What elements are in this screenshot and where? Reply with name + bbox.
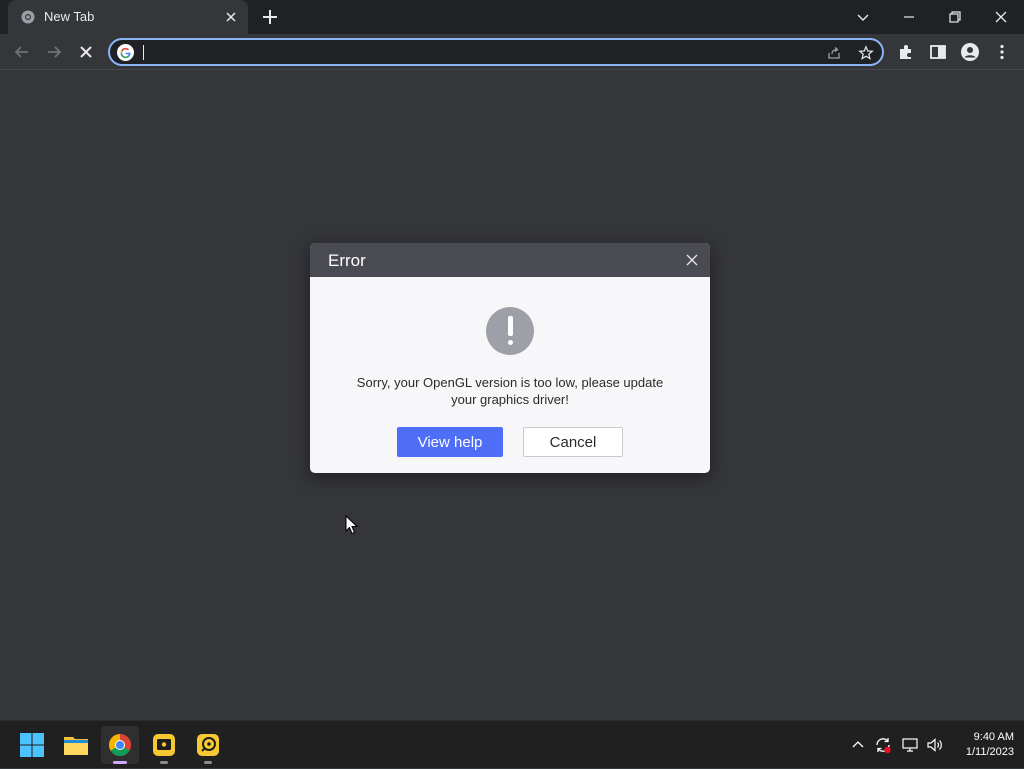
stop-loading-icon[interactable] [76,42,96,62]
extensions-icon[interactable] [896,42,916,62]
cancel-button[interactable]: Cancel [523,427,623,457]
taskbar: 9:40 AM 1/11/2023 [0,720,1024,768]
dialog-close-icon[interactable] [685,253,699,267]
new-tab-plus-icon[interactable] [260,7,280,27]
running-indicator [204,761,212,764]
bookmark-star-icon[interactable] [858,45,874,61]
error-dialog: Error Sorry, your OpenGL version is too … [310,243,710,473]
address-bar[interactable] [108,38,884,66]
share-icon[interactable] [826,45,842,61]
remote-app-icon[interactable] [189,726,227,764]
dialog-header: Error [310,243,710,277]
show-hidden-icons-chevron[interactable] [849,736,867,754]
chrome-icon[interactable] [101,726,139,764]
yellow-app-icon[interactable] [145,726,183,764]
tab-new-tab[interactable]: New Tab [8,0,248,34]
chrome-newtab-icon [21,10,35,24]
dialog-message-line-2: your graphics driver! [451,392,569,407]
close-icon[interactable] [990,6,1012,28]
browser-toolbar [0,34,1024,70]
side-panel-icon[interactable] [928,42,948,62]
running-indicator [160,761,168,764]
forward-arrow-icon[interactable] [44,42,64,62]
address-input[interactable] [144,41,804,63]
profile-icon[interactable] [960,42,980,62]
restore-icon[interactable] [944,6,966,28]
file-explorer-icon[interactable] [57,726,95,764]
more-menu-icon[interactable] [992,42,1012,62]
tab-title: New Tab [44,9,95,24]
dialog-message-line-1: Sorry, your OpenGL version is too low, p… [356,375,664,390]
tab-search-icon[interactable] [852,6,874,28]
volume-icon[interactable] [926,736,944,754]
dialog-title: Error [328,251,366,270]
back-arrow-icon[interactable] [12,42,32,62]
clock-date: 1/11/2023 [965,746,1014,758]
windows-start-icon[interactable] [13,726,51,764]
network-icon[interactable] [901,736,919,754]
minimize-icon[interactable] [898,6,920,28]
tab-close-icon[interactable] [223,9,239,25]
system-clock[interactable]: 9:40 AM 1/11/2023 [948,730,1014,760]
sync-icon[interactable] [874,736,892,754]
google-icon [117,44,134,61]
view-help-button[interactable]: View help [397,427,503,457]
exclamation-icon [486,307,534,355]
browser-window: New Tab Error Sorry, your OpenGL version… [0,0,1024,720]
tab-strip: New Tab [0,0,1024,34]
dialog-message: Sorry, your OpenGL version is too low, p… [330,374,690,408]
running-indicator [113,761,127,764]
mouse-pointer-icon [345,515,359,535]
clock-time: 9:40 AM [973,731,1014,743]
